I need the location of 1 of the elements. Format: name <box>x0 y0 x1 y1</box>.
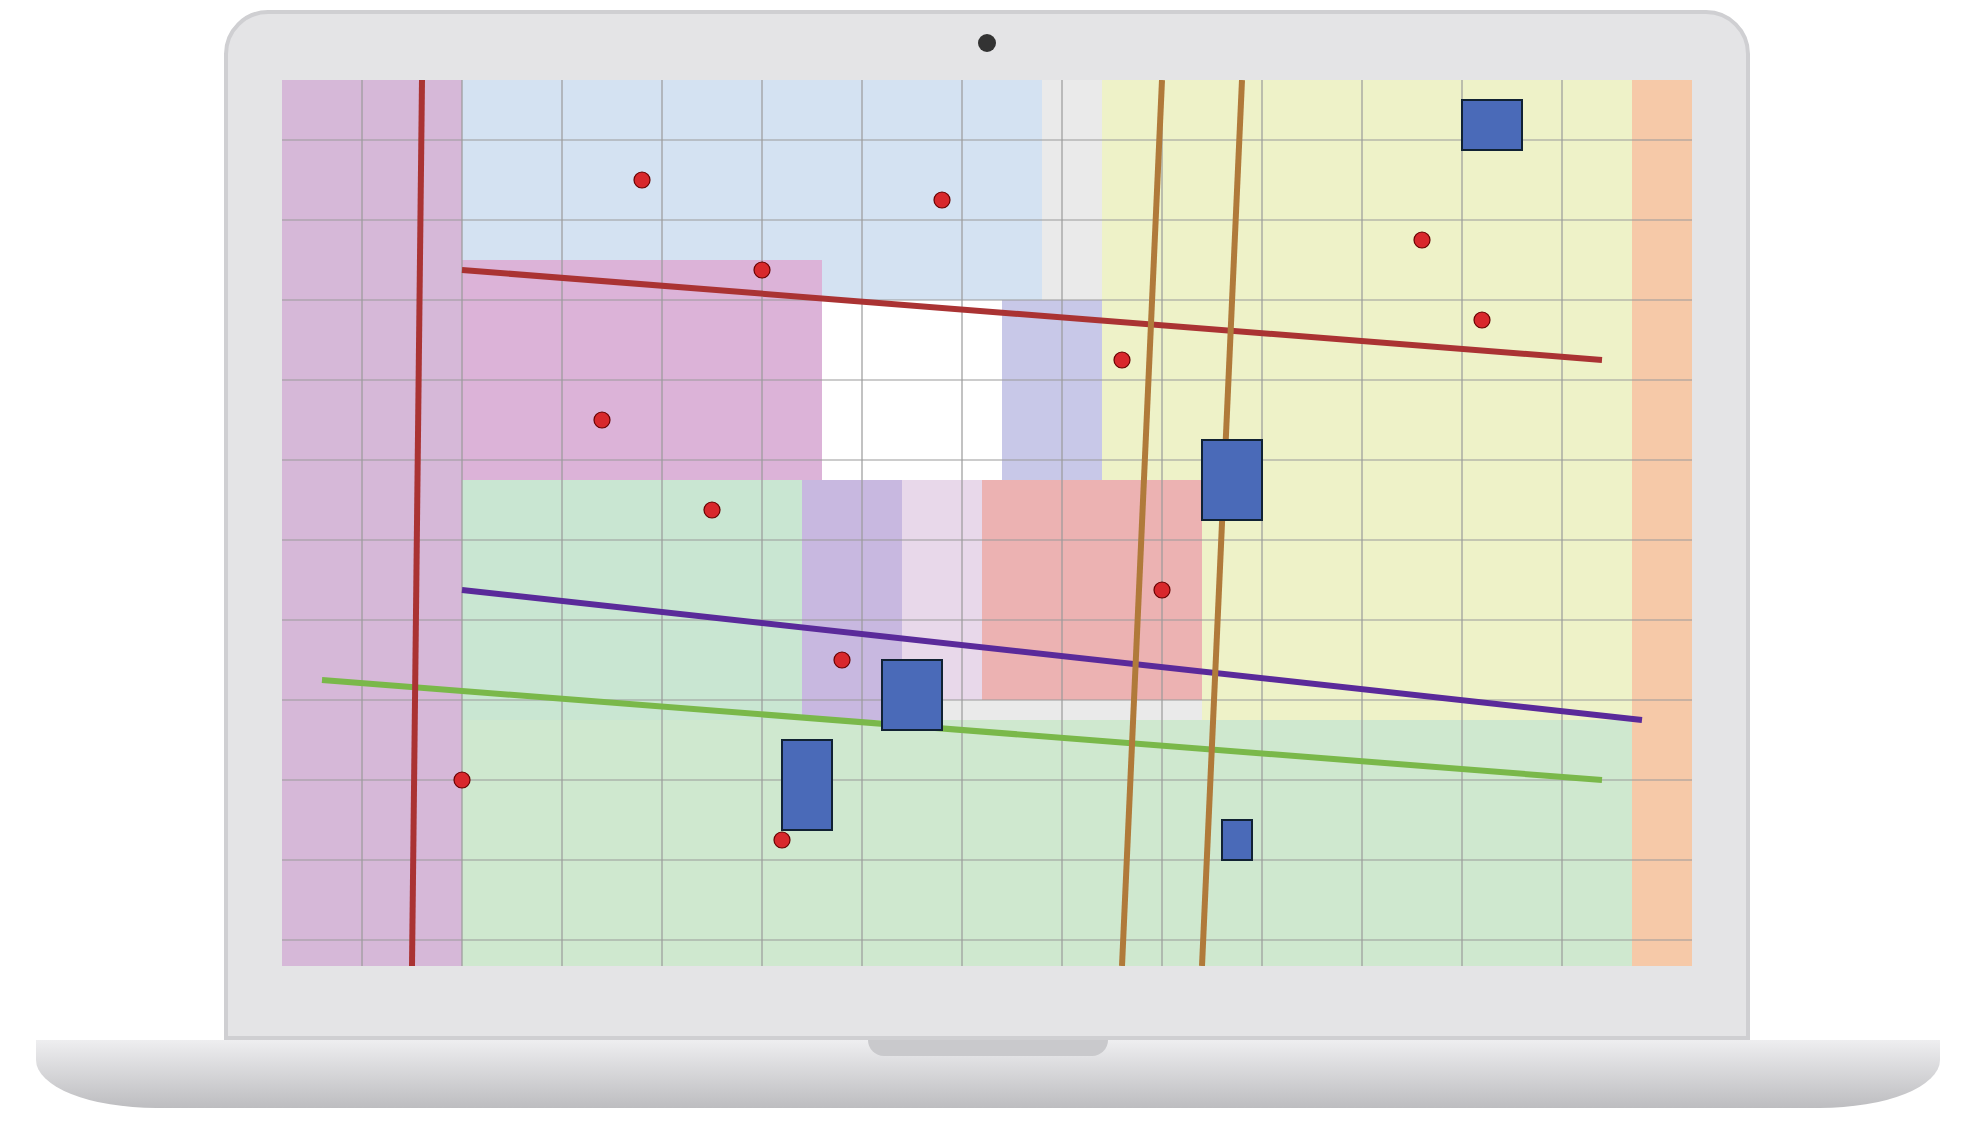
camera-icon <box>978 34 996 52</box>
